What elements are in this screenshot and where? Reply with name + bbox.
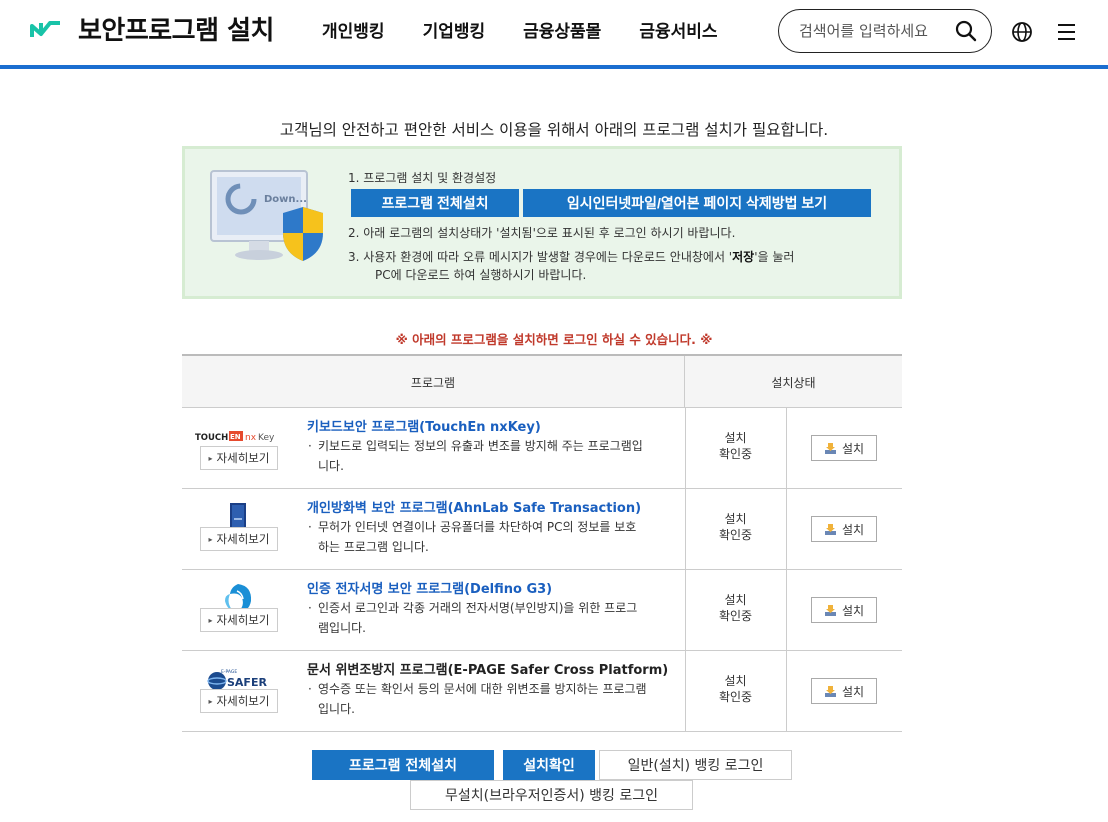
status-line: 확인중 [718, 528, 753, 542]
step-3-text-b: '을 눌러 [754, 250, 795, 264]
status-line: 설치 [724, 593, 747, 607]
program-description-line: 입니다. [318, 702, 355, 716]
notice-text: 고객님의 안전하고 편안한 서비스 이용을 위해서 아래의 프로그램 설치가 필… [279, 121, 829, 139]
header-divider [0, 65, 1108, 69]
search-box [778, 9, 992, 53]
install-status: 설치 확인중 [685, 592, 786, 624]
program-description-line: 램입니다. [318, 621, 366, 635]
globe-icon[interactable] [1011, 21, 1033, 43]
table-header: 프로그램 설치상태 [182, 356, 902, 408]
table-row: E-PAGE SAFER 자세히보기 문서 위변조방지 프로그램(E-PAGE … [182, 651, 902, 732]
program-name: 인증 전자서명 보안 프로그램(Delfino G3) [307, 582, 553, 597]
step-3-bold: 저장 [732, 250, 755, 264]
step-3-text-a: 3. 사용자 환경에 따라 오류 메시지가 발생할 경우에는 다운로드 안내창에… [348, 250, 733, 264]
install-status: 설치 확인중 [685, 673, 786, 705]
program-description: · 무허가 인터넷 연결이나 공유폴더를 차단하여 PC의 정보를 보호 하는 프… [308, 517, 678, 557]
header: 보안프로그램 설치 개인뱅킹 기업뱅킹 금융상품몰 금융서비스 [0, 0, 1108, 66]
status-line: 확인중 [718, 447, 753, 461]
svg-text:Key: Key [258, 433, 275, 443]
status-line: 확인중 [718, 609, 753, 623]
program-description-line: 무허가 인터넷 연결이나 공유폴더를 차단하여 PC의 정보를 보호 [318, 520, 637, 534]
hamburger-menu-icon[interactable] [1057, 23, 1076, 41]
detail-view-button[interactable]: 자세히보기 [200, 689, 278, 713]
step-1-text: 1. 프로그램 설치 및 환경설정 [348, 171, 497, 185]
main-nav: 개인뱅킹 기업뱅킹 금융상품몰 금융서비스 [322, 17, 756, 42]
status-line: 확인중 [718, 690, 753, 704]
nav-personal-banking[interactable]: 개인뱅킹 [322, 17, 385, 42]
general-banking-login-button[interactable]: 일반(설치) 뱅킹 로그인 [599, 750, 792, 780]
page-title: 보안프로그램 설치 [78, 16, 274, 46]
program-name: 개인방화벽 보안 프로그램(AhnLab Safe Transaction) [307, 501, 642, 516]
step-3-text: 3. 사용자 환경에 따라 오류 메시지가 발생할 경우에는 다운로드 안내창에… [348, 248, 794, 284]
program-description-line: 인증서 로그인과 각종 거래의 전자서명(부인방지)을 위한 프로그 [318, 601, 638, 615]
column-divider [786, 408, 787, 489]
install-button-label: 설치 [841, 522, 865, 537]
status-line: 설치 [724, 674, 747, 688]
program-name: 키보드보안 프로그램(TouchEn nxKey) [307, 420, 541, 435]
check-install-button[interactable]: 설치확인 [503, 750, 595, 780]
program-description: · 영수증 또는 확인서 등의 문서에 대한 위변조를 방지하는 프로그램 입니다… [308, 679, 678, 719]
download-icon [824, 604, 836, 616]
install-button[interactable]: 설치 [811, 435, 877, 461]
step-2-text: 2. 아래 로그램의 설치상태가 '설치됨'으로 표시된 후 로그인 하시기 바… [348, 226, 736, 240]
program-description-line: 하는 프로그램 입니다. [318, 540, 429, 554]
install-button[interactable]: 설치 [811, 516, 877, 542]
header-status: 설치상태 [771, 375, 816, 390]
column-divider [786, 651, 787, 732]
table-row: 자세히보기 인증 전자서명 보안 프로그램(Delfino G3) ·인증서 로… [182, 570, 902, 651]
program-description-line: 키보드로 입력되는 정보의 유출과 변조를 방지해 주는 프로그램입 [318, 439, 643, 453]
no-install-banking-login-button[interactable]: 무설치(브라우저인증서) 뱅킹 로그인 [410, 780, 693, 810]
monitor-download-icon: Down... [210, 170, 323, 261]
delete-temp-files-guide-button[interactable]: 임시인터넷파일/열어본 페이지 삭제방법 보기 [523, 189, 871, 217]
download-icon [824, 685, 836, 697]
install-status: 설치 확인중 [685, 430, 786, 462]
svg-text:EN: EN [230, 433, 241, 441]
install-all-button[interactable]: 프로그램 전체설치 [351, 189, 519, 217]
download-icon [824, 523, 836, 535]
install-button-label: 설치 [841, 684, 865, 699]
program-description-line: 영수증 또는 확인서 등의 문서에 대한 위변조를 방지하는 프로그램 [318, 682, 647, 696]
install-button[interactable]: 설치 [811, 597, 877, 623]
svg-text:SAFER: SAFER [227, 676, 267, 689]
column-divider [786, 570, 787, 651]
detail-view-button[interactable]: 자세히보기 [200, 527, 278, 551]
install-guide-box: Down... 1. 프로그램 설치 및 환경설정 프로그램 전체설치 임시인터… [182, 146, 902, 299]
search-icon[interactable] [955, 20, 977, 42]
table-row: TOUCH EN nx Key 자세히보기 키보드보안 프로그램(TouchEn… [182, 408, 902, 489]
nav-financial-services[interactable]: 금융서비스 [639, 17, 717, 42]
nav-financial-products[interactable]: 금융상품몰 [523, 17, 601, 42]
detail-view-button[interactable]: 자세히보기 [200, 446, 278, 470]
logo-icon[interactable] [30, 18, 64, 40]
install-all-bottom-button[interactable]: 프로그램 전체설치 [312, 750, 494, 780]
program-table: 프로그램 설치상태 TOUCH EN nx Key 자세히보기 키보드보안 프로… [182, 354, 902, 732]
header-program: 프로그램 [182, 356, 685, 408]
monitor-text: Down... [264, 194, 307, 205]
install-status: 설치 확인중 [685, 511, 786, 543]
install-button-label: 설치 [841, 441, 865, 456]
svg-text:TOUCH: TOUCH [195, 433, 228, 443]
step-3-text-c: PC에 다운로드 하여 실행하시기 바랍니다. [375, 268, 587, 282]
status-line: 설치 [724, 431, 747, 445]
program-description: · 키보드로 입력되는 정보의 유출과 변조를 방지해 주는 프로그램입 니다. [308, 436, 678, 476]
install-button-label: 설치 [841, 603, 865, 618]
svg-text:E-PAGE: E-PAGE [221, 669, 237, 675]
svg-text:nx: nx [245, 433, 257, 443]
nav-corporate-banking[interactable]: 기업뱅킹 [423, 17, 486, 42]
program-description: · 인증서 로그인과 각종 거래의 전자서명(부인방지)을 위한 프로그 램입니다… [308, 598, 678, 638]
login-warning: ※ 아래의 프로그램을 설치하면 로그인 하실 수 있습니다. ※ [395, 332, 713, 347]
install-button[interactable]: 설치 [811, 678, 877, 704]
program-description-line: 니다. [318, 459, 344, 473]
detail-view-button[interactable]: 자세히보기 [200, 608, 278, 632]
status-line: 설치 [724, 512, 747, 526]
table-row: 자세히보기 개인방화벽 보안 프로그램(AhnLab Safe Transact… [182, 489, 902, 570]
search-input[interactable] [799, 22, 949, 40]
download-icon [824, 442, 836, 454]
program-name: 문서 위변조방지 프로그램(E-PAGE Safer Cross Platfor… [307, 663, 669, 678]
column-divider [786, 489, 787, 570]
